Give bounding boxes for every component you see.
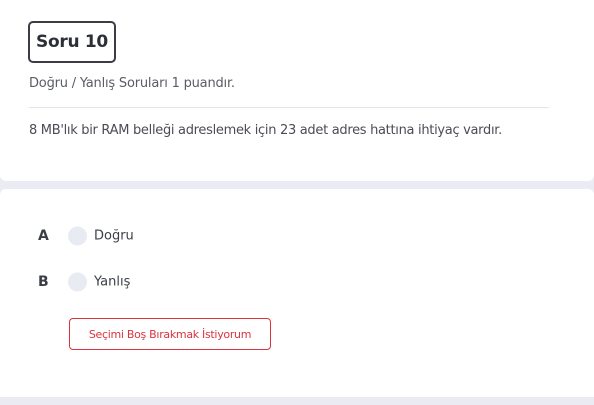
question-card: Soru 10 Doğru / Yanlış Soruları 1 puandı… (0, 0, 594, 181)
divider (29, 107, 549, 108)
clear-selection-button[interactable]: Seçimi Boş Bırakmak İstiyorum (69, 318, 271, 350)
option-label: Doğru (94, 228, 134, 244)
answers-card: A Doğru B Yanlış Seçimi Boş Bırakmak İst… (0, 189, 594, 397)
option-b[interactable]: B Yanlış (0, 269, 200, 295)
radio-button[interactable] (68, 272, 87, 292)
option-a[interactable]: A Doğru (0, 223, 200, 249)
question-text: 8 MB'lık bir RAM belleği adreslemek için… (29, 123, 502, 138)
option-letter: A (38, 228, 49, 244)
question-scoring-note: Doğru / Yanlış Soruları 1 puandır. (29, 76, 235, 91)
question-number-badge: Soru 10 (28, 21, 116, 63)
radio-button[interactable] (68, 226, 87, 246)
option-label: Yanlış (94, 274, 131, 290)
option-letter: B (38, 274, 49, 290)
